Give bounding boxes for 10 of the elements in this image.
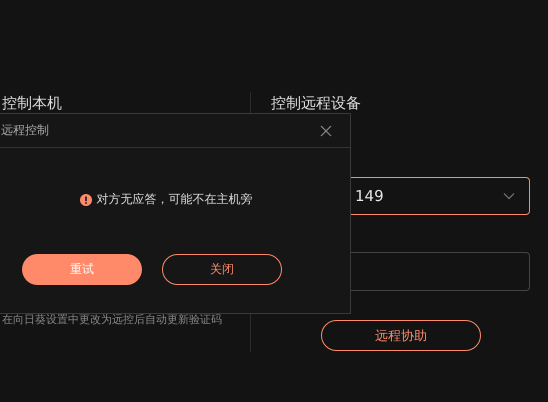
close-icon[interactable] [320,124,332,136]
hint-text: 在向日葵设置中更改为远控后自动更新验证码 [2,313,223,327]
section-heading: 控制远程设备 [271,93,362,114]
message-text: 对方无应答，可能不在主机旁 [96,191,252,208]
dialog-title: 远程控制 [1,122,49,139]
section-heading: 控制本机 [2,93,63,114]
chevron-down-icon [503,192,515,200]
close-button[interactable]: 关闭 [162,254,282,285]
warning-icon [80,194,92,206]
remote-assist-button[interactable]: 远程协助 [321,320,481,351]
